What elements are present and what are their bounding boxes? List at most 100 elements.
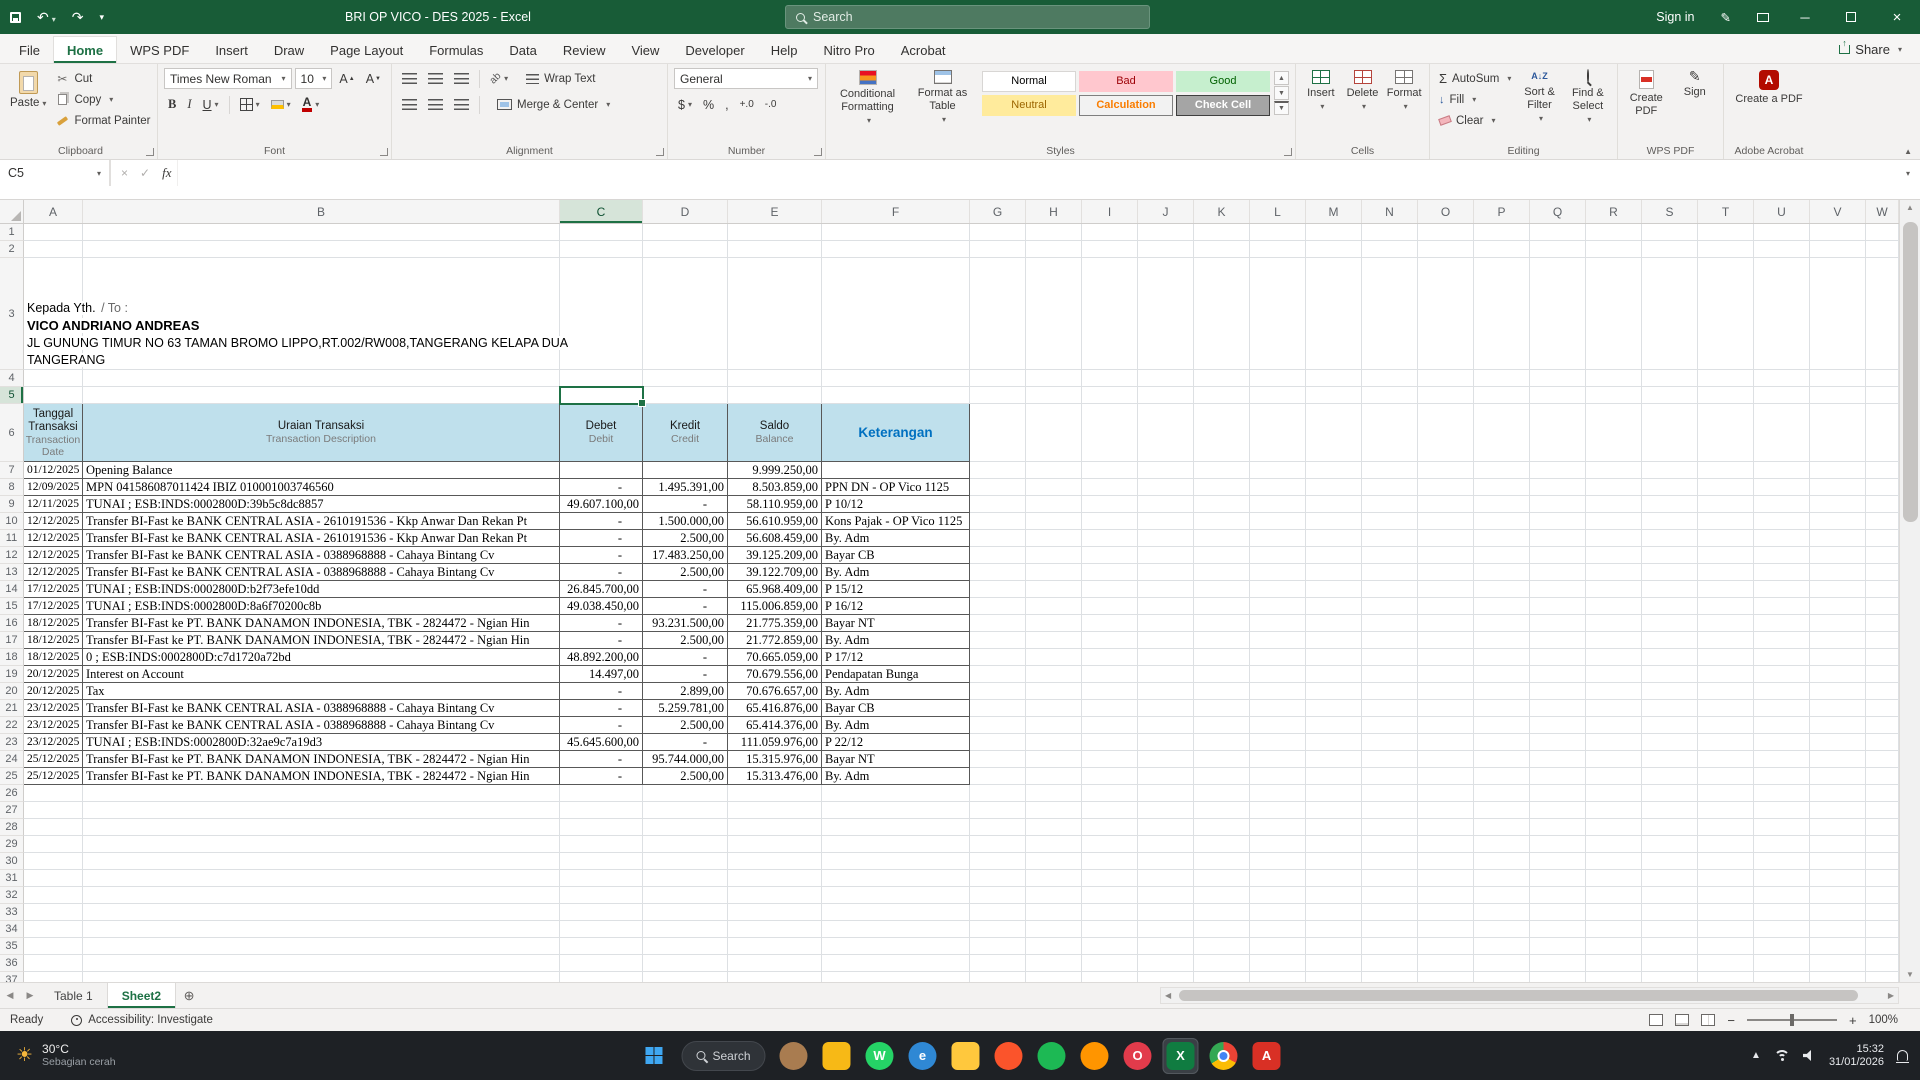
cell-F17[interactable]: By. Adm bbox=[822, 632, 970, 649]
cell-C10[interactable]: - bbox=[560, 513, 643, 530]
cell-D25[interactable]: 2.500,00 bbox=[643, 768, 728, 785]
row-header-14[interactable]: 14 bbox=[0, 581, 24, 598]
column-header-j[interactable]: J bbox=[1138, 200, 1194, 223]
row-header-16[interactable]: 16 bbox=[0, 615, 24, 632]
taskbar-search[interactable]: Search bbox=[681, 1041, 765, 1071]
row-header-29[interactable]: 29 bbox=[0, 836, 24, 853]
cell-C13[interactable]: - bbox=[560, 564, 643, 581]
taskbar-clock[interactable]: 15:32 31/01/2026 bbox=[1829, 1043, 1884, 1069]
shrink-font-button[interactable]: A▼ bbox=[362, 68, 385, 89]
cell-D21[interactable]: 5.259.781,00 bbox=[643, 700, 728, 717]
row-header-23[interactable]: 23 bbox=[0, 734, 24, 751]
maximize-button[interactable] bbox=[1828, 0, 1874, 34]
cell-E11[interactable]: 56.608.459,00 bbox=[728, 530, 822, 547]
cell-B7[interactable]: Opening Balance bbox=[83, 462, 560, 479]
cell-F14[interactable]: P 15/12 bbox=[822, 581, 970, 598]
scroll-down-icon[interactable]: ▼ bbox=[1906, 970, 1914, 979]
share-button[interactable]: Share ▾ bbox=[1829, 39, 1912, 60]
format-cells-button[interactable]: Format▾ bbox=[1385, 68, 1423, 113]
collapse-ribbon-icon[interactable]: ▲ bbox=[1904, 147, 1912, 156]
cell-C16[interactable]: - bbox=[560, 615, 643, 632]
cell-A12[interactable]: 12/12/2025 bbox=[24, 547, 83, 564]
cell-C24[interactable]: - bbox=[560, 751, 643, 768]
cell-D24[interactable]: 95.744.000,00 bbox=[643, 751, 728, 768]
selected-cell-c5[interactable] bbox=[559, 386, 644, 405]
cell-F7[interactable] bbox=[822, 462, 970, 479]
cell-A11[interactable]: 12/12/2025 bbox=[24, 530, 83, 547]
column-header-m[interactable]: M bbox=[1306, 200, 1362, 223]
cell-E7[interactable]: 9.999.250,00 bbox=[728, 462, 822, 479]
cell-F22[interactable]: By. Adm bbox=[822, 717, 970, 734]
cell-B11[interactable]: Transfer BI-Fast ke BANK CENTRAL ASIA - … bbox=[83, 530, 560, 547]
column-header-u[interactable]: U bbox=[1754, 200, 1810, 223]
column-header-g[interactable]: G bbox=[970, 200, 1026, 223]
cell-F19[interactable]: Pendapatan Bunga bbox=[822, 666, 970, 683]
borders-button[interactable]: ▾ bbox=[236, 94, 264, 115]
table-header-kredit[interactable]: KreditCredit bbox=[643, 404, 728, 462]
fill-button[interactable]: ↓Fill▾ bbox=[1436, 89, 1514, 110]
sheet-tab-table-1[interactable]: Table 1 bbox=[40, 983, 108, 1008]
copy-button[interactable]: Copy▾ bbox=[52, 89, 153, 110]
profile-avatar-icon[interactable] bbox=[776, 1038, 812, 1074]
row-header-25[interactable]: 25 bbox=[0, 768, 24, 785]
cell-C9[interactable]: 49.607.100,00 bbox=[560, 496, 643, 513]
row-header-6[interactable]: 6 bbox=[0, 404, 24, 462]
chrome-icon[interactable] bbox=[1206, 1038, 1242, 1074]
table-header-tanggal-transaksi[interactable]: Tanggal TransaksiTransaction Date bbox=[24, 404, 83, 462]
firefox-icon[interactable] bbox=[1077, 1038, 1113, 1074]
cell-C23[interactable]: 45.645.600,00 bbox=[560, 734, 643, 751]
paste-button[interactable]: Paste▾ bbox=[10, 68, 46, 143]
page-break-view-icon[interactable] bbox=[1701, 1014, 1715, 1026]
ribbon-tab-formulas[interactable]: Formulas bbox=[416, 37, 496, 63]
row-header-12[interactable]: 12 bbox=[0, 547, 24, 564]
cell-B14[interactable]: TUNAI ; ESB:INDS:0002800D:b2f73efe10dd bbox=[83, 581, 560, 598]
cell-F8[interactable]: PPN DN - OP Vico 1125 bbox=[822, 479, 970, 496]
spotify-icon[interactable] bbox=[1034, 1038, 1070, 1074]
column-header-o[interactable]: O bbox=[1418, 200, 1474, 223]
column-header-w[interactable]: W bbox=[1866, 200, 1899, 223]
table-header-uraian-transaksi[interactable]: Uraian TransaksiTransaction Description bbox=[83, 404, 560, 462]
row-header-15[interactable]: 15 bbox=[0, 598, 24, 615]
accessibility-status[interactable]: Accessibility: Investigate bbox=[71, 1014, 213, 1026]
wifi-icon[interactable] bbox=[1774, 1050, 1790, 1062]
sort-filter-button[interactable]: A↓ZSort & Filter▾ bbox=[1516, 68, 1562, 131]
row-header-13[interactable]: 13 bbox=[0, 564, 24, 581]
cell-B17[interactable]: Transfer BI-Fast ke PT. BANK DANAMON IND… bbox=[83, 632, 560, 649]
cell-F11[interactable]: By. Adm bbox=[822, 530, 970, 547]
formula-bar-expand-icon[interactable]: ▾ bbox=[1896, 160, 1920, 186]
cell-style-check-cell[interactable]: Check Cell bbox=[1176, 95, 1270, 116]
styles-scroll-up-icon[interactable]: ▲ bbox=[1274, 71, 1289, 85]
cell-F13[interactable]: By. Adm bbox=[822, 564, 970, 581]
column-header-v[interactable]: V bbox=[1810, 200, 1866, 223]
cell-A9[interactable]: 12/11/2025 bbox=[24, 496, 83, 513]
redo-icon[interactable]: ↷ bbox=[72, 10, 84, 24]
ribbon-tab-developer[interactable]: Developer bbox=[672, 37, 757, 63]
cell-E19[interactable]: 70.679.556,00 bbox=[728, 666, 822, 683]
cell-D12[interactable]: 17.483.250,00 bbox=[643, 547, 728, 564]
column-header-f[interactable]: F bbox=[822, 200, 970, 223]
cell-C12[interactable]: - bbox=[560, 547, 643, 564]
cell-E15[interactable]: 115.006.859,00 bbox=[728, 598, 822, 615]
row-header-24[interactable]: 24 bbox=[0, 751, 24, 768]
percent-style-button[interactable]: % bbox=[699, 94, 718, 115]
row-header-5[interactable]: 5 bbox=[0, 387, 24, 404]
cell-C20[interactable]: - bbox=[560, 683, 643, 700]
comma-style-button[interactable]: , bbox=[721, 94, 732, 115]
cell-A23[interactable]: 23/12/2025 bbox=[24, 734, 83, 751]
cell-D9[interactable]: - bbox=[643, 496, 728, 513]
column-header-n[interactable]: N bbox=[1362, 200, 1418, 223]
row-header-7[interactable]: 7 bbox=[0, 462, 24, 479]
cell-D7[interactable] bbox=[643, 462, 728, 479]
weather-widget[interactable]: ☀ 30°C Sebagian cerah bbox=[0, 1031, 132, 1080]
format-painter-button[interactable]: Format Painter bbox=[52, 110, 153, 131]
edge-icon[interactable]: e bbox=[905, 1038, 941, 1074]
cell-E12[interactable]: 39.125.209,00 bbox=[728, 547, 822, 564]
cell-A25[interactable]: 25/12/2025 bbox=[24, 768, 83, 785]
row-header-8[interactable]: 8 bbox=[0, 479, 24, 496]
row-header-20[interactable]: 20 bbox=[0, 683, 24, 700]
column-header-c[interactable]: C bbox=[560, 200, 643, 223]
folder-icon[interactable] bbox=[948, 1038, 984, 1074]
worksheet-grid[interactable]: Kepada Yth. / To : VICO ANDRIANO ANDREAS… bbox=[0, 224, 1899, 982]
cell-E20[interactable]: 70.676.657,00 bbox=[728, 683, 822, 700]
formula-input[interactable] bbox=[177, 160, 1896, 186]
